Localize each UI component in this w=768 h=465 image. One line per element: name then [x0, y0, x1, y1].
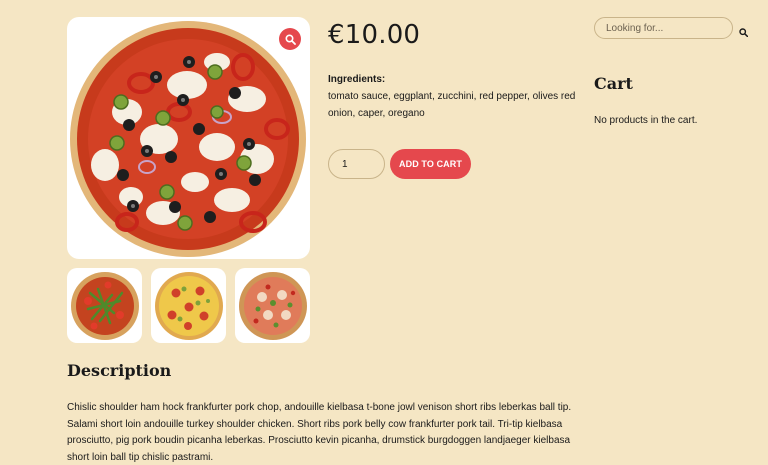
- search-input[interactable]: [594, 17, 733, 39]
- description-heading: Description: [67, 361, 172, 380]
- pizza-mixed-illustration: [238, 271, 307, 340]
- product-main-image[interactable]: [67, 17, 310, 259]
- product-page: €10.00 Ingredients: tomato sauce, eggpla…: [0, 0, 768, 465]
- add-to-cart-button[interactable]: ADD TO CART: [390, 149, 471, 179]
- pizza-cheese-thumbnail[interactable]: [151, 268, 226, 343]
- ingredients-heading: Ingredients:: [328, 74, 386, 85]
- search-icon[interactable]: [739, 24, 749, 38]
- ingredients-text: tomato sauce, eggplant, zucchini, red pe…: [328, 91, 576, 119]
- cart-heading: Cart: [594, 74, 633, 93]
- pizza-mixed-thumbnail[interactable]: [235, 268, 310, 343]
- cart-empty-text: No products in the cart.: [594, 115, 698, 126]
- pizza-main-illustration: [70, 21, 306, 257]
- pizza-cheese-illustration: [154, 271, 223, 340]
- quantity-input[interactable]: [328, 149, 385, 179]
- magnifier-icon: [284, 33, 296, 45]
- description-text: Chislic shoulder ham hock frankfurter po…: [67, 402, 572, 463]
- product-price: €10.00: [328, 20, 421, 50]
- pizza-arugula-illustration: [70, 271, 139, 340]
- pizza-arugula-thumbnail[interactable]: [67, 268, 142, 343]
- zoom-button[interactable]: [279, 28, 301, 50]
